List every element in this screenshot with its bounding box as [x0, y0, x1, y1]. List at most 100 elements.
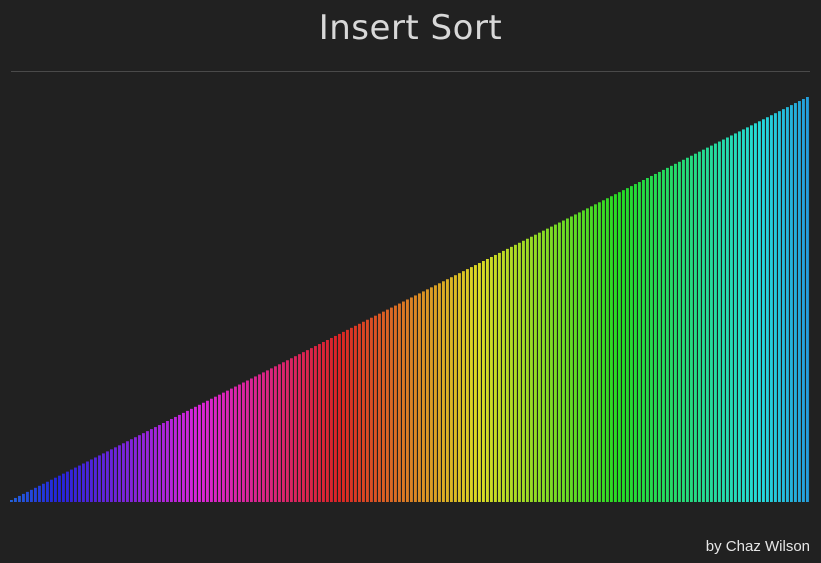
bar [226, 390, 229, 503]
bar [790, 105, 793, 502]
bar [474, 265, 477, 502]
bar [398, 303, 401, 502]
bar [418, 293, 421, 502]
bar [66, 471, 69, 503]
bar [602, 200, 605, 502]
bar [138, 435, 141, 503]
bar [290, 358, 293, 503]
bar [478, 263, 481, 502]
bar [642, 180, 645, 502]
bar [338, 333, 341, 502]
bar [654, 173, 657, 502]
bar [218, 394, 221, 503]
bar [666, 167, 669, 503]
bar [730, 135, 733, 502]
bar [230, 388, 233, 502]
bar [554, 224, 557, 502]
bar [738, 131, 741, 502]
bar [278, 364, 281, 502]
bar [714, 143, 717, 502]
bar [486, 259, 489, 502]
bar [126, 441, 129, 502]
bar [458, 273, 461, 502]
bar [766, 117, 769, 502]
bar [146, 431, 149, 503]
bar [518, 242, 521, 503]
bar [434, 285, 437, 502]
bar [530, 236, 533, 502]
bar [462, 271, 465, 502]
bar [534, 234, 537, 502]
bar [310, 348, 313, 502]
bar [694, 153, 697, 502]
bar [186, 410, 189, 503]
bar [270, 368, 273, 502]
bar [494, 254, 497, 502]
bar [426, 289, 429, 503]
bar [222, 392, 225, 502]
bar [18, 495, 21, 503]
bar [142, 433, 145, 502]
bar [114, 447, 117, 502]
bar [382, 311, 385, 502]
bar [422, 291, 425, 502]
bar [242, 382, 245, 502]
bar [386, 309, 389, 503]
bar [698, 151, 701, 502]
bar [250, 378, 253, 502]
bar [674, 163, 677, 502]
bar [34, 487, 37, 502]
bar [46, 481, 49, 502]
bar [510, 246, 513, 502]
bar [50, 479, 53, 502]
bar [346, 329, 349, 503]
bar [178, 414, 181, 503]
bar [678, 161, 681, 503]
bar [198, 404, 201, 502]
bar [506, 248, 509, 503]
bar [350, 327, 353, 502]
bar [574, 214, 577, 502]
bar [294, 356, 297, 502]
bar [786, 107, 789, 503]
bar [522, 240, 525, 502]
bar [782, 109, 785, 503]
bar [526, 238, 529, 502]
bar [794, 103, 797, 502]
bar [254, 376, 257, 502]
bar [166, 421, 169, 502]
bar [370, 317, 373, 503]
bar [54, 477, 57, 502]
bar [470, 267, 473, 502]
bar [234, 386, 237, 502]
bar [26, 491, 29, 503]
bar [366, 319, 369, 502]
bar [690, 155, 693, 503]
bar [30, 489, 33, 502]
bar [514, 244, 517, 502]
bar [94, 457, 97, 502]
bar [194, 406, 197, 502]
bar [726, 137, 729, 502]
bar [438, 283, 441, 502]
bar [670, 165, 673, 502]
bar [330, 337, 333, 503]
bar [190, 408, 193, 502]
bar [626, 188, 629, 503]
bar [274, 366, 277, 502]
bar [578, 212, 581, 502]
bar [798, 101, 801, 503]
bar [778, 111, 781, 503]
bar [130, 439, 133, 502]
bar [286, 360, 289, 502]
bar [430, 287, 433, 502]
bar [298, 354, 301, 502]
bar [722, 139, 725, 502]
bar [658, 171, 661, 502]
bar [586, 208, 589, 503]
bar [322, 342, 325, 502]
bar [206, 400, 209, 502]
bar [414, 295, 417, 502]
bar [402, 301, 405, 502]
bar [630, 186, 633, 502]
